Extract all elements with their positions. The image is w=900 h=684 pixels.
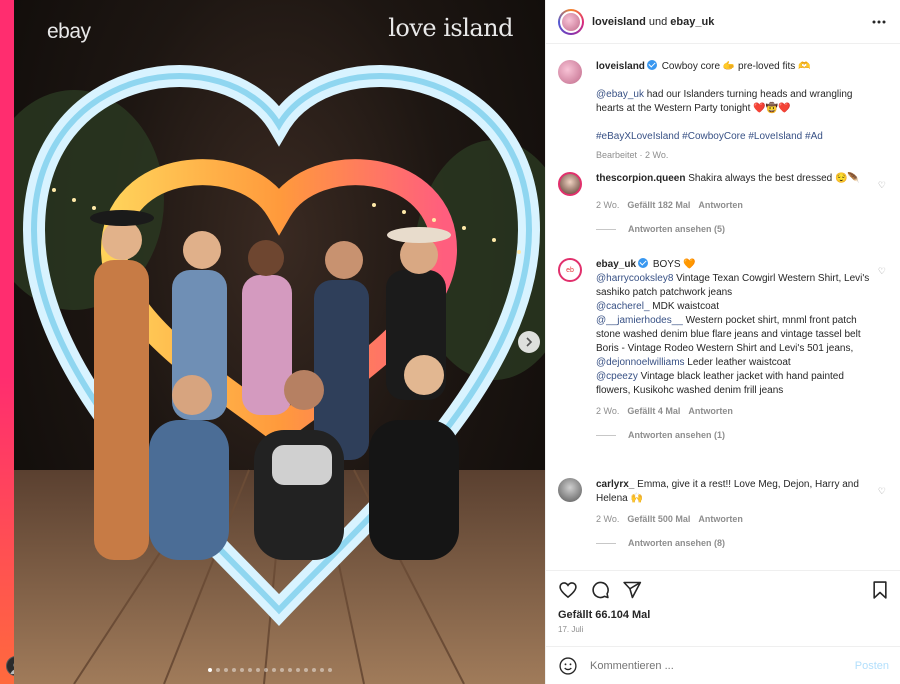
like-comment-icon[interactable]: ♡ (878, 266, 886, 277)
caption-username[interactable]: loveisland (596, 61, 645, 72)
caption-hashtags[interactable]: #eBayXLoveIsland #CowboyCore #LoveIsland… (596, 130, 874, 144)
comment-line: @dejonnoelwilliams Leder leather waistco… (596, 356, 874, 370)
comment-line: @__jamierhodes__ Western pocket shirt, m… (596, 314, 874, 342)
reply-button[interactable]: Antworten (688, 406, 733, 416)
author-avatar[interactable] (558, 8, 584, 35)
carousel-dot (264, 668, 268, 672)
next-slide-button[interactable] (518, 331, 540, 353)
carousel-dot (288, 668, 292, 672)
comment-age: 2 Wo. (596, 406, 620, 416)
carousel-dot (280, 668, 284, 672)
carousel-dot (296, 668, 300, 672)
post-date: 17. Juli (558, 625, 584, 634)
save-button[interactable] (871, 580, 889, 600)
post-photo (14, 65, 545, 684)
author-separator: und (648, 15, 668, 28)
verified-icon (638, 258, 649, 268)
carousel-dot (272, 668, 276, 672)
comment-username[interactable]: thescorpion.queen (596, 173, 685, 184)
reply-button[interactable]: Antworten (698, 514, 743, 524)
carousel-dot (224, 668, 228, 672)
comment-mention[interactable]: @harrycooksley8 (596, 273, 673, 284)
comment-avatar[interactable] (558, 478, 582, 502)
reply-button[interactable]: Antworten (698, 200, 743, 210)
post-detail-panel: loveisland und ebay_uk loveisland Cowboy… (545, 0, 900, 684)
comment-body: @harrycooksley8 Vintage Texan Cowgirl We… (596, 272, 874, 398)
comment-line: Boris - Vintage Rodeo Western Shirt and … (596, 342, 874, 356)
chevron-right-icon (526, 337, 533, 347)
ebay-watermark: ebay (47, 20, 91, 43)
comment-line: @harrycooksley8 Vintage Texan Cowgirl We… (596, 272, 874, 300)
comment-likes[interactable]: Gefällt 500 Mal (627, 514, 690, 524)
like-comment-icon[interactable]: ♡ (878, 486, 886, 497)
more-icon (872, 20, 886, 23)
like-button[interactable] (558, 580, 578, 600)
carousel-dot (256, 668, 260, 672)
author-loveisland[interactable]: loveisland (592, 16, 646, 28)
comment-line-text: Boris - Vintage Rodeo Western Shirt and … (596, 343, 854, 354)
comment-likes[interactable]: Gefällt 182 Mal (627, 200, 690, 210)
caption-avatar[interactable] (558, 60, 582, 84)
comment-text: Emma, give it a rest!! Love Meg, Dejon, … (596, 479, 859, 504)
comment-bar: Posten (546, 646, 900, 684)
carousel-indicator (208, 668, 332, 672)
comment: thescorpion.queen Shakira always the bes… (558, 172, 888, 236)
comment-avatar[interactable]: eb (558, 258, 582, 282)
comments-list[interactable]: loveisland Cowboy core 🫱 pre-loved fits … (546, 44, 900, 570)
comment-avatar[interactable] (558, 172, 582, 196)
comment-mention[interactable]: @dejonnoelwilliams (596, 357, 685, 368)
share-button[interactable] (622, 580, 642, 600)
comment: carlyrx_ Emma, give it a rest!! Love Meg… (558, 478, 888, 550)
comment-username[interactable]: ebay_uk (596, 259, 636, 270)
comment-button[interactable] (590, 580, 610, 600)
view-replies-button[interactable]: Antworten ansehen (1) (596, 428, 874, 442)
carousel-dot (248, 668, 252, 672)
comment-username[interactable]: carlyrx_ (596, 479, 634, 490)
view-replies-button[interactable]: Antworten ansehen (5) (596, 222, 874, 236)
carousel-dot (304, 668, 308, 672)
comment-likes[interactable]: Gefällt 4 Mal (627, 406, 680, 416)
comment-input[interactable] (590, 659, 855, 672)
comment: eb ebay_uk BOYS 🧡 @harrycooksley8 Vintag… (558, 258, 888, 442)
comment-line: @cacherel_ MDK waistcoat (596, 300, 874, 314)
caption: loveisland Cowboy core 🫱 pre-loved fits … (558, 60, 888, 162)
post-button[interactable]: Posten (855, 660, 889, 672)
carousel-dot (232, 668, 236, 672)
carousel-dot (208, 668, 212, 672)
comment-line-text: MDK waistcoat (649, 301, 719, 312)
comment-line: @cpeezy Vintage black leather jacket wit… (596, 370, 874, 398)
comment-age: 2 Wo. (596, 514, 620, 524)
like-count[interactable]: Gefällt 66.104 Mal (558, 609, 889, 621)
comment-text: Shakira always the best dressed 😌🪶 (688, 173, 860, 184)
view-replies-button[interactable]: Antworten ansehen (8) (596, 536, 874, 550)
comment-mention[interactable]: @cpeezy (596, 371, 638, 382)
carousel-dot (240, 668, 244, 672)
post-authors[interactable]: loveisland und ebay_uk (592, 16, 714, 28)
carousel-dot (320, 668, 324, 672)
comment-text: BOYS 🧡 (652, 259, 696, 270)
carousel-dot (328, 668, 332, 672)
verified-icon (646, 60, 657, 70)
post-actions: Gefällt 66.104 Mal 17. Juli (546, 570, 900, 642)
more-options-button[interactable] (870, 13, 888, 31)
carousel-dot (216, 668, 220, 672)
comment-mention[interactable]: @__jamierhodes__ (596, 315, 683, 326)
emoji-icon[interactable] (558, 656, 578, 676)
caption-text: Cowboy core 🫱 pre-loved fits 🫶 (661, 61, 811, 72)
caption-mention[interactable]: @ebay_uk (596, 89, 644, 100)
comment-line-text: Leder leather waistcoat (684, 357, 791, 368)
post-header: loveisland und ebay_uk (546, 0, 900, 44)
like-comment-icon[interactable]: ♡ (878, 180, 886, 191)
background-strip (0, 0, 14, 684)
carousel-dot (312, 668, 316, 672)
post-image: ebay love island (14, 0, 545, 684)
author-ebay[interactable]: ebay_uk (670, 16, 714, 28)
love-island-watermark: love island (388, 14, 513, 42)
caption-meta: Bearbeitet · 2 Wo. (596, 150, 669, 160)
comment-mention[interactable]: @cacherel_ (596, 301, 650, 312)
comment-age: 2 Wo. (596, 200, 620, 210)
